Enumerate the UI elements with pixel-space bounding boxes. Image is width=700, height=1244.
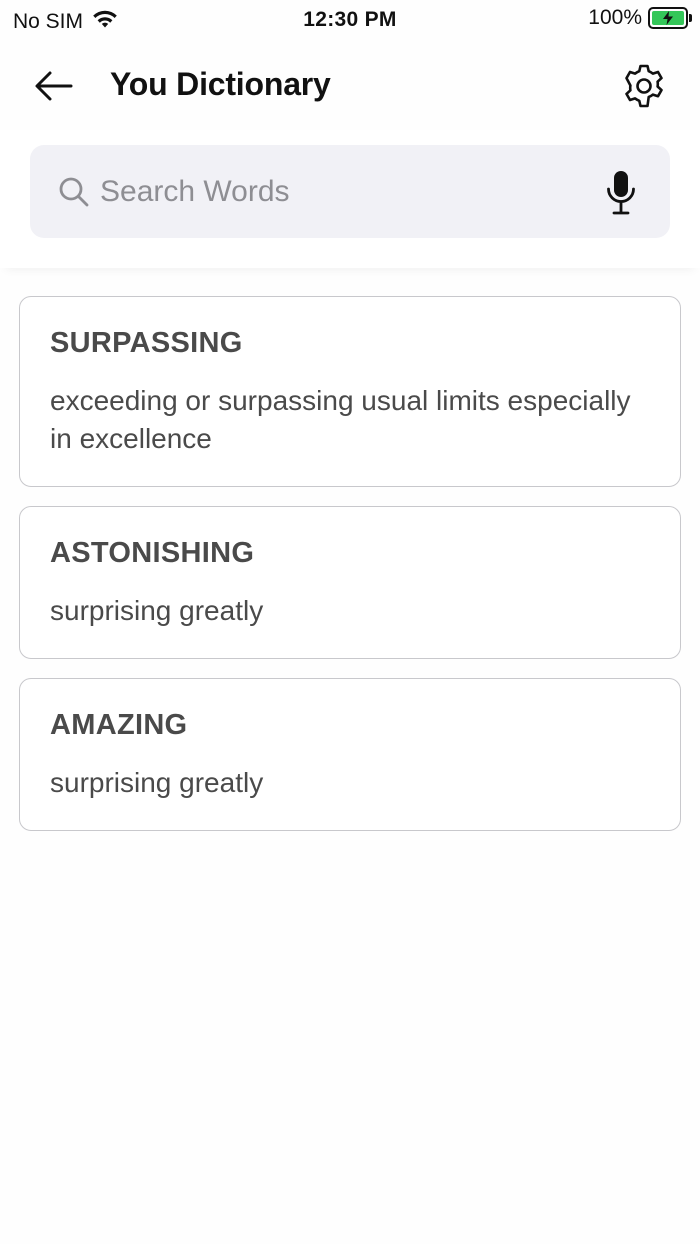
charging-bolt-icon bbox=[663, 11, 673, 25]
battery-tip bbox=[689, 14, 692, 22]
search-input[interactable] bbox=[100, 167, 600, 217]
word-definition: surprising greatly bbox=[50, 595, 264, 626]
nav-bar: You Dictionary bbox=[0, 56, 700, 116]
word-definition: exceeding or surpassing usual limits esp… bbox=[50, 385, 631, 454]
battery-percent: 100% bbox=[588, 6, 642, 29]
word-term: SURPASSING bbox=[50, 327, 243, 359]
search-icon bbox=[59, 177, 89, 207]
word-list: SURPASSING exceeding or surpassing usual… bbox=[19, 296, 681, 850]
microphone-icon bbox=[607, 171, 635, 215]
word-term: AMAZING bbox=[50, 709, 188, 741]
page-title: You Dictionary bbox=[110, 66, 331, 102]
word-card-astonishing[interactable]: ASTONISHING surprising greatly bbox=[19, 506, 681, 659]
mic-button[interactable] bbox=[598, 167, 644, 219]
search-box[interactable] bbox=[30, 145, 670, 238]
settings-button[interactable] bbox=[618, 60, 670, 112]
word-card-amazing[interactable]: AMAZING surprising greatly bbox=[19, 678, 681, 831]
status-right: 100% bbox=[588, 6, 692, 30]
status-bar: No SIM 12:30 PM 100% bbox=[0, 0, 700, 40]
battery-icon bbox=[648, 7, 692, 29]
back-button[interactable] bbox=[28, 60, 80, 112]
battery-fill bbox=[652, 11, 684, 25]
word-term: ASTONISHING bbox=[50, 537, 255, 569]
word-definition: surprising greatly bbox=[50, 767, 264, 798]
search-area bbox=[0, 130, 700, 268]
word-card-surpassing[interactable]: SURPASSING exceeding or surpassing usual… bbox=[19, 296, 681, 487]
gear-icon bbox=[625, 64, 663, 108]
arrow-left-icon bbox=[35, 71, 73, 101]
